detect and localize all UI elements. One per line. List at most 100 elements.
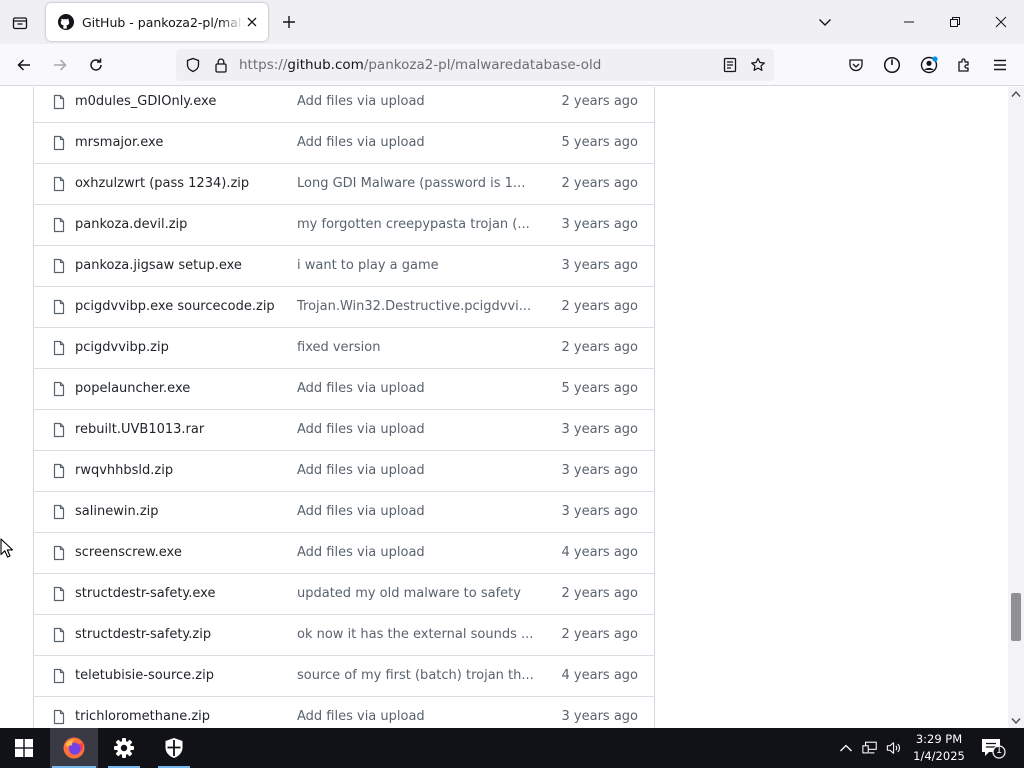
file-name-link[interactable]: rwqvhhbsld.zip	[75, 463, 173, 478]
restore-icon	[950, 17, 960, 27]
commit-message-link[interactable]: Long GDI Malware (password is 1...	[297, 176, 525, 191]
sync-status-button[interactable]	[877, 50, 907, 80]
start-button[interactable]	[0, 728, 48, 768]
back-button[interactable]	[9, 50, 39, 80]
plus-icon	[283, 16, 295, 28]
file-name-link[interactable]: pankoza.devil.zip	[75, 217, 187, 232]
extensions-button[interactable]	[949, 50, 979, 80]
file-name-link[interactable]: rebuilt.UVB1013.rar	[75, 422, 204, 437]
bookmark-star-button[interactable]	[750, 57, 766, 73]
file-name-link[interactable]: mrsmajor.exe	[75, 135, 163, 150]
file-row: structdestr-safety.zip ok now it has the …	[34, 615, 654, 656]
firefox-view-button[interactable]	[6, 9, 34, 37]
commit-message-link[interactable]: Trojan.Win32.Destructive.pcigdvvi...	[297, 299, 531, 314]
commit-age: 2 years ago	[561, 94, 638, 109]
arrow-right-icon	[54, 59, 67, 71]
address-bar[interactable]: https://github.com/pankoza2-pl/malwareda…	[176, 49, 774, 81]
clock-time: 3:29 PM	[915, 732, 963, 746]
commit-message-link[interactable]: source of my first (batch) trojan th...	[297, 668, 534, 683]
close-window-button[interactable]	[978, 0, 1024, 44]
taskbar-clock[interactable]: 3:29 PM 1/4/2025	[908, 731, 970, 765]
network-icon	[862, 741, 877, 754]
pocket-icon	[849, 59, 863, 72]
file-row: teletubisie-source.zip source of my first…	[34, 656, 654, 697]
minimize-button[interactable]	[886, 0, 932, 44]
windows-start-icon	[15, 739, 33, 757]
file-icon	[51, 135, 67, 151]
commit-message-link[interactable]: ok now it has the external sounds ...	[297, 627, 533, 642]
commit-age: 3 years ago	[561, 258, 638, 273]
file-name-link[interactable]: pcigdvvibp.exe sourcecode.zip	[75, 299, 275, 314]
file-name-link[interactable]: teletubisie-source.zip	[75, 668, 214, 683]
restore-button[interactable]	[932, 0, 978, 44]
puzzle-piece-icon	[958, 58, 969, 72]
tracking-protection-icon[interactable]	[185, 57, 201, 73]
file-table: m0dules_GDIOnly.exe Add files via upload 2…	[33, 87, 655, 728]
list-all-tabs-button[interactable]	[814, 12, 836, 32]
tab-github[interactable]: GitHub - pankoza2-pl/malwaredatabase-old	[46, 3, 268, 41]
taskbar-firefox[interactable]	[50, 728, 98, 768]
file-name-link[interactable]: structdestr-safety.zip	[75, 627, 211, 642]
scrollbar-thumb[interactable]	[1011, 593, 1021, 641]
file-name-link[interactable]: popelauncher.exe	[75, 381, 190, 396]
file-name-link[interactable]: pankoza.jigsaw setup.exe	[75, 258, 242, 273]
file-name-link[interactable]: oxhzulzwrt (pass 1234).zip	[75, 176, 249, 191]
forward-button[interactable]	[45, 50, 75, 80]
commit-message-link[interactable]: Add files via upload	[297, 545, 425, 560]
commit-message-link[interactable]: Add files via upload	[297, 135, 425, 150]
commit-message-link[interactable]: Add files via upload	[297, 504, 425, 519]
commit-message-link[interactable]: Add files via upload	[297, 381, 425, 396]
commit-message-link[interactable]: updated my old malware to safety	[297, 586, 521, 601]
show-hidden-icons-button[interactable]	[838, 740, 854, 756]
file-name-link[interactable]: m0dules_GDIOnly.exe	[75, 94, 216, 109]
network-button[interactable]	[862, 740, 878, 756]
notification-count: 1	[995, 745, 1003, 756]
commit-message-link[interactable]: fixed version	[297, 340, 380, 355]
url-prefix: https://	[239, 57, 288, 73]
commit-message-link[interactable]: Add files via upload	[297, 709, 425, 724]
file-name-link[interactable]: trichloromethane.zip	[75, 709, 210, 724]
file-icon	[51, 217, 67, 233]
commit-message-link[interactable]: Add files via upload	[297, 422, 425, 437]
commit-age: 3 years ago	[561, 422, 638, 437]
scroll-down-button[interactable]	[1011, 716, 1021, 726]
settings-icon	[114, 738, 134, 758]
file-row: pcigdvvibp.zip fixed version 2 years ago	[34, 328, 654, 369]
volume-button[interactable]	[886, 740, 902, 756]
file-name-link[interactable]: structdestr-safety.exe	[75, 586, 215, 601]
commit-age: 2 years ago	[561, 299, 638, 314]
action-center-button[interactable]: 1	[980, 737, 1006, 759]
url-text[interactable]: https://github.com/pankoza2-pl/malwareda…	[239, 57, 601, 73]
commit-message-link[interactable]: my forgotten creepypasta trojan (...	[297, 217, 530, 232]
volume-icon	[886, 742, 900, 754]
url-domain: github.com	[287, 57, 364, 73]
file-row: screenscrew.exe Add files via upload 4 yea…	[34, 533, 654, 574]
reader-view-button[interactable]	[722, 57, 738, 73]
file-name-link[interactable]: salinewin.zip	[75, 504, 159, 519]
close-tab-button[interactable]	[244, 14, 260, 30]
commit-message-link[interactable]: i want to play a game	[297, 258, 439, 273]
file-name-link[interactable]: screenscrew.exe	[75, 545, 182, 560]
new-tab-button[interactable]	[278, 11, 300, 33]
taskbar-windows-security[interactable]	[150, 728, 198, 768]
commit-message-link[interactable]: Add files via upload	[297, 463, 425, 478]
lock-icon[interactable]	[213, 57, 229, 73]
file-icon	[51, 176, 67, 192]
app-menu-button[interactable]	[985, 50, 1015, 80]
file-row: trichloromethane.zip Add files via upload…	[34, 697, 654, 728]
account-button[interactable]	[914, 50, 944, 80]
pocket-button[interactable]	[841, 50, 871, 80]
commit-message-link[interactable]: Add files via upload	[297, 94, 425, 109]
scroll-up-button[interactable]	[1011, 89, 1021, 99]
power-icon	[883, 56, 901, 74]
chevron-up-icon	[840, 744, 852, 752]
file-name-link[interactable]: pcigdvvibp.zip	[75, 340, 169, 355]
reload-button[interactable]	[81, 50, 111, 80]
file-icon	[51, 422, 67, 438]
file-row: popelauncher.exe Add files via upload 5 ye…	[34, 369, 654, 410]
vertical-scrollbar[interactable]	[1008, 87, 1024, 728]
tab-title: GitHub - pankoza2-pl/malwaredatabase-old	[82, 14, 244, 30]
file-icon	[51, 340, 67, 356]
taskbar-settings[interactable]	[100, 728, 148, 768]
file-row: pankoza.devil.zip my forgotten creepypast…	[34, 205, 654, 246]
